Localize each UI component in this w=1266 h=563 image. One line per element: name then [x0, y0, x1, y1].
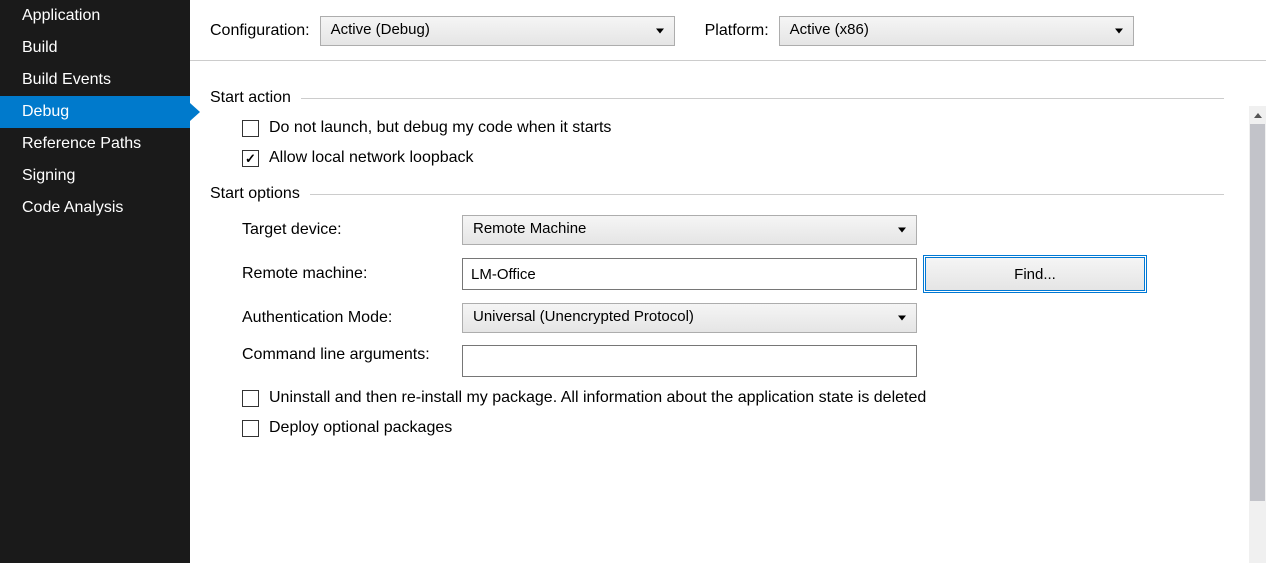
uninstall-row[interactable]: Uninstall and then re-install my package… [242, 389, 1224, 407]
configuration-label: Configuration: [210, 22, 310, 40]
scroll-up-icon[interactable] [1249, 106, 1266, 124]
remote-machine-row: Remote machine: Find... [242, 257, 1224, 291]
cmd-args-row: Command line arguments: [242, 345, 1224, 377]
auth-mode-label: Authentication Mode: [242, 309, 462, 327]
section-start-action: Start action [210, 89, 1224, 107]
auth-mode-dropdown[interactable]: Universal (Unencrypted Protocol) [462, 303, 917, 333]
section-title-text: Start action [210, 89, 291, 107]
target-device-dropdown[interactable]: Remote Machine [462, 215, 917, 245]
do-not-launch-checkbox[interactable] [242, 120, 259, 137]
deploy-optional-label: Deploy optional packages [269, 419, 452, 437]
target-device-value: Remote Machine [473, 220, 586, 237]
sidebar: Application Build Build Events Debug Ref… [0, 0, 190, 563]
sidebar-item-build[interactable]: Build [0, 32, 190, 64]
sidebar-item-application[interactable]: Application [0, 0, 190, 32]
platform-label: Platform: [705, 22, 769, 40]
sidebar-item-reference-paths[interactable]: Reference Paths [0, 128, 190, 160]
section-divider [301, 98, 1224, 99]
sidebar-item-debug[interactable]: Debug [0, 96, 190, 128]
configuration-dropdown[interactable]: Active (Debug) [320, 16, 675, 46]
config-row: Configuration: Active (Debug) Platform: … [190, 16, 1266, 61]
sidebar-item-code-analysis[interactable]: Code Analysis [0, 192, 190, 224]
allow-loopback-label: Allow local network loopback [269, 149, 474, 167]
uninstall-checkbox[interactable] [242, 390, 259, 407]
main-panel: Configuration: Active (Debug) Platform: … [190, 0, 1266, 563]
sidebar-item-signing[interactable]: Signing [0, 160, 190, 192]
uninstall-label: Uninstall and then re-install my package… [269, 389, 926, 407]
section-start-options: Start options [210, 185, 1224, 203]
remote-machine-input[interactable] [462, 258, 917, 290]
cmd-args-label: Command line arguments: [242, 345, 462, 366]
section-divider [310, 194, 1224, 195]
deploy-optional-row[interactable]: Deploy optional packages [242, 419, 1224, 437]
auth-mode-value: Universal (Unencrypted Protocol) [473, 308, 694, 325]
content-area: Start action Do not launch, but debug my… [190, 61, 1266, 563]
platform-dropdown[interactable]: Active (x86) [779, 16, 1134, 46]
sidebar-item-build-events[interactable]: Build Events [0, 64, 190, 96]
section-title-text: Start options [210, 185, 300, 203]
find-button[interactable]: Find... [925, 257, 1145, 291]
deploy-optional-checkbox[interactable] [242, 420, 259, 437]
cmd-args-input[interactable] [462, 345, 917, 377]
do-not-launch-row[interactable]: Do not launch, but debug my code when it… [242, 119, 1224, 137]
configuration-value: Active (Debug) [331, 21, 430, 38]
scroll-thumb[interactable] [1250, 124, 1265, 501]
target-device-label: Target device: [242, 221, 462, 239]
target-device-row: Target device: Remote Machine [242, 215, 1224, 245]
platform-value: Active (x86) [790, 21, 869, 38]
vertical-scrollbar[interactable] [1248, 106, 1266, 563]
allow-loopback-row[interactable]: Allow local network loopback [242, 149, 1224, 167]
allow-loopback-checkbox[interactable] [242, 150, 259, 167]
auth-mode-row: Authentication Mode: Universal (Unencryp… [242, 303, 1224, 333]
remote-machine-label: Remote machine: [242, 265, 462, 283]
do-not-launch-label: Do not launch, but debug my code when it… [269, 119, 611, 137]
